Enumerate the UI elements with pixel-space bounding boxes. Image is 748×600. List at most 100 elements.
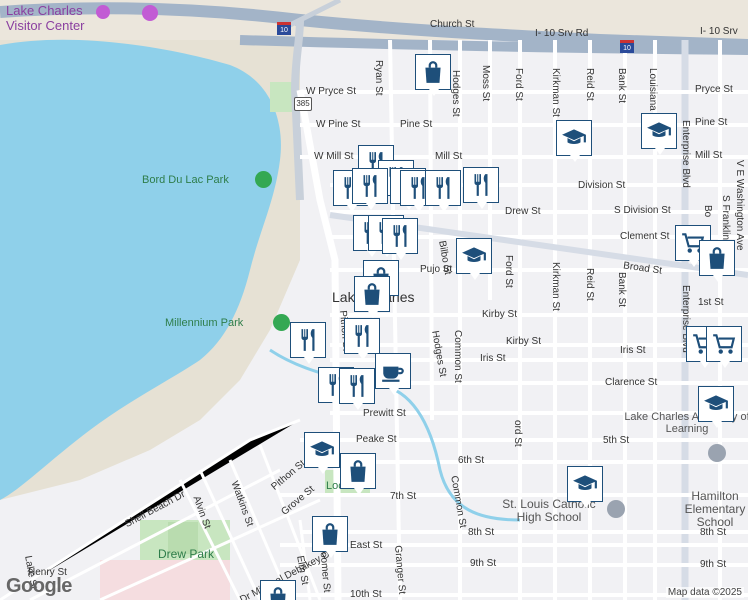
fork-knife-icon [363, 175, 377, 197]
grocery-marker[interactable] [706, 326, 742, 368]
label-clarence-st: Clarence St [605, 377, 658, 388]
label-ford-st: Ford St [513, 68, 524, 101]
label-w-pine-st: W Pine St [316, 119, 361, 130]
label-prewitt-st: Prewitt St [363, 408, 406, 419]
label-millennium-park[interactable]: Millennium Park [165, 318, 243, 329]
school-icon[interactable] [708, 444, 726, 462]
graduation-cap-icon [562, 129, 586, 144]
label-division-st: Division St [578, 180, 626, 191]
label-moss-st: Moss St [480, 65, 491, 102]
school-marker[interactable] [456, 238, 492, 280]
label-7th-st: 7th St [390, 491, 417, 502]
label-hamilton-elementary[interactable]: Hamilton Elementary School [670, 490, 748, 529]
interstate-10-shield-east: 10 [620, 40, 634, 53]
restaurant-marker[interactable] [352, 168, 388, 210]
fork-knife-icon [350, 375, 364, 397]
label-ryan-st: Ryan St [373, 60, 384, 96]
label-kirby-st: Kirby St [482, 309, 518, 320]
label-8th-st-east: 8th St [700, 527, 727, 538]
school-marker[interactable] [556, 120, 592, 162]
label-peake-st: Peake St [356, 434, 397, 445]
label-common-st: Common St [452, 330, 463, 383]
shopping-marker[interactable] [354, 276, 390, 318]
park-tree-icon[interactable] [273, 314, 290, 331]
label-w-mill-st: W Mill St [314, 151, 354, 162]
label-ord-st: ord St [512, 420, 523, 447]
label-5th-st: 5th St [603, 435, 630, 446]
shopping-bag-icon [322, 523, 338, 545]
school-marker[interactable] [304, 432, 340, 474]
label-9th-st: 9th St [470, 558, 497, 569]
school-marker[interactable] [698, 386, 734, 428]
label-drew-st: Drew St [505, 206, 541, 217]
label-s-division-st: S Division St [614, 205, 671, 216]
shopping-marker[interactable] [340, 453, 376, 495]
shopping-bag-icon [364, 283, 380, 305]
shopping-marker[interactable] [699, 240, 735, 282]
label-kirby-st-2: Kirby St [506, 336, 542, 347]
fork-knife-icon [474, 174, 488, 196]
graduation-cap-icon [462, 247, 486, 262]
coffee-cup-icon [382, 366, 404, 382]
label-ford-st-2: Ford St [503, 255, 514, 288]
park-tree-icon[interactable] [255, 171, 272, 188]
label-iris-st-east: Iris St [620, 345, 646, 356]
restaurant-marker[interactable] [463, 167, 499, 209]
label-bo: Bo [702, 205, 713, 218]
map-canvas[interactable]: 385 10 10 Church St I- 10 Srv Rd I- 10 S… [0, 0, 748, 600]
shopping-cart-icon [713, 334, 736, 354]
label-i10-srv-rd: I- 10 Srv Rd [535, 28, 589, 39]
label-drew-park[interactable]: Drew Park [158, 548, 214, 560]
label-pine-st: Pine St [400, 119, 433, 130]
graduation-cap-icon [573, 475, 597, 490]
fork-knife-icon [436, 177, 450, 199]
graduation-cap-icon [647, 122, 671, 137]
label-10th-st: 10th St [350, 589, 382, 600]
shopping-marker[interactable] [312, 516, 348, 558]
interstate-10-shield: 10 [277, 22, 291, 35]
fork-knife-icon [301, 329, 315, 351]
school-marker[interactable] [641, 113, 677, 155]
label-clement-st: Clement St [620, 231, 670, 242]
label-hodges-st: Hodges St [450, 70, 461, 117]
shopping-marker[interactable] [260, 580, 296, 600]
map-attribution[interactable]: Map data ©2025 [665, 587, 744, 598]
restaurant-marker[interactable] [290, 322, 326, 364]
label-church-st: Church St [430, 19, 475, 30]
restaurant-marker[interactable] [344, 318, 380, 360]
shopping-marker[interactable] [415, 54, 451, 96]
label-1st-st: 1st St [698, 297, 724, 308]
label-i10-srv: I- 10 Srv [700, 26, 738, 37]
label-bank-st: Bank St [616, 68, 627, 104]
shopping-bag-icon [270, 587, 286, 600]
fork-knife-icon [355, 325, 369, 347]
label-enterprise-blvd: Enterprise Blvd [680, 120, 691, 188]
restaurant-marker[interactable] [382, 218, 418, 260]
shopping-bag-icon [350, 460, 366, 482]
restaurant-marker[interactable] [425, 170, 461, 212]
label-kirkman-st: Kirkman St [550, 68, 561, 117]
label-8th-st: 8th St [468, 527, 495, 538]
school-marker[interactable] [567, 466, 603, 508]
label-reid-st-2: Reid St [584, 268, 595, 301]
cafe-marker[interactable] [375, 353, 411, 395]
label-pine-st-east: Pine St [695, 117, 728, 128]
label-iris-st: Iris St [480, 353, 506, 364]
label-east-st: East St [350, 540, 383, 551]
label-6th-st: 6th St [458, 455, 485, 466]
fork-knife-icon [393, 225, 407, 247]
label-pryce-st: Pryce St [695, 84, 733, 95]
camera-icon[interactable] [96, 5, 110, 19]
restaurant-marker[interactable] [339, 368, 375, 410]
label-w-pryce-st: W Pryce St [306, 86, 357, 97]
school-icon[interactable] [607, 500, 625, 518]
label-kirkman-st-2: Kirkman St [550, 262, 561, 311]
label-bank-st-2: Bank St [616, 272, 627, 308]
label-mill-st: Mill St [435, 151, 463, 162]
label-reid-st: Reid St [584, 68, 595, 101]
label-9th-st-east: 9th St [700, 559, 727, 570]
shopping-bag-icon [425, 61, 441, 83]
museum-icon[interactable] [142, 5, 158, 21]
label-bord-du-lac-park[interactable]: Bord Du Lac Park [142, 175, 229, 186]
graduation-cap-icon [310, 441, 334, 456]
